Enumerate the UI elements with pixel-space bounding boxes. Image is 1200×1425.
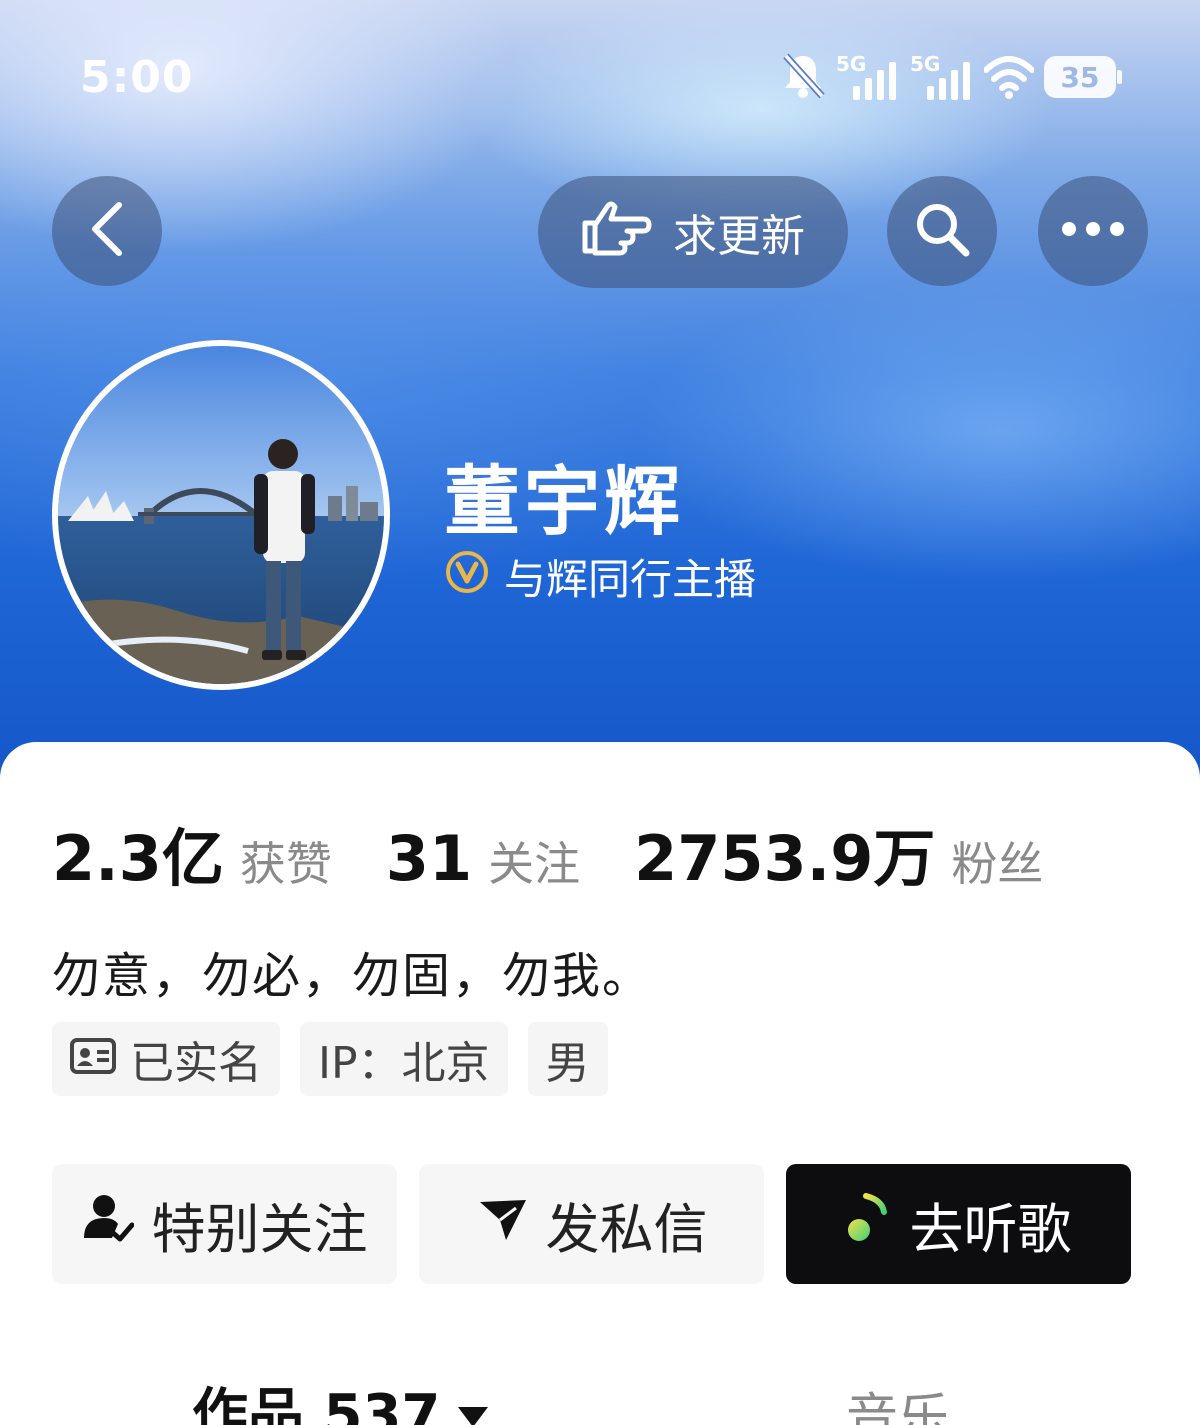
send-message-button[interactable]: 发私信: [419, 1164, 764, 1284]
listen-music-label: 去听歌: [909, 1197, 1072, 1261]
user-check-icon: [82, 1192, 134, 1257]
likes-label: 获赞: [239, 837, 332, 891]
signal-icon: 5G: [836, 52, 900, 104]
signal-icon: 5G: [910, 52, 974, 104]
more-icon: [1061, 221, 1125, 241]
request-update-button[interactable]: 求更新: [538, 176, 848, 288]
profile-tags: 已实名 IP：北京 男: [52, 1022, 608, 1096]
send-message-label: 发私信: [545, 1197, 708, 1261]
special-follow-button[interactable]: 特别关注: [52, 1164, 397, 1284]
battery-icon: 35: [1044, 56, 1122, 98]
verification-badge[interactable]: 与辉同行主播: [444, 546, 756, 607]
tag-verified-name: 已实名: [52, 1022, 280, 1096]
back-icon: [87, 199, 127, 263]
more-button[interactable]: [1038, 176, 1148, 286]
stats-row: 2.3亿 获赞 31 关注 2753.9万 粉丝: [52, 808, 1097, 898]
tab-works[interactable]: 作品 537: [192, 1370, 490, 1425]
verification-text: 与辉同行主播: [504, 555, 757, 604]
bio-text: 勿意，勿必，勿固，勿我。: [52, 948, 653, 1004]
special-follow-label: 特别关注: [151, 1197, 368, 1261]
likes-count: 2.3亿: [52, 822, 224, 895]
following-label[interactable]: 关注: [488, 828, 580, 894]
verified-v-icon: [444, 549, 490, 605]
followers-count[interactable]: 2753.9万: [634, 808, 935, 898]
listen-music-button[interactable]: 去听歌: [786, 1164, 1131, 1284]
pointing-hand-icon: [581, 197, 653, 268]
followers-label[interactable]: 粉丝: [951, 828, 1043, 894]
verified-name-label: 已实名: [130, 1038, 262, 1089]
wifi-icon: [983, 54, 1035, 104]
tag-gender: 男: [527, 1022, 608, 1096]
send-icon: [476, 1192, 528, 1257]
caret-down-icon: [456, 1378, 490, 1425]
search-button[interactable]: [887, 176, 997, 286]
status-icons: 5G 5G 35: [780, 48, 1122, 104]
following-count[interactable]: 31: [386, 822, 472, 895]
avatar[interactable]: [52, 340, 390, 690]
id-card-icon: [70, 1034, 116, 1085]
bell-muted-icon: [780, 50, 826, 104]
tab-music[interactable]: 音乐: [846, 1376, 950, 1425]
action-buttons: 特别关注 发私信 去听歌: [52, 1164, 1131, 1284]
back-button[interactable]: [52, 176, 162, 286]
content-tabs: 作品 537 音乐: [0, 1370, 1200, 1425]
search-icon: [913, 200, 971, 262]
music-note-icon: [846, 1192, 892, 1257]
request-update-label: 求更新: [673, 211, 805, 262]
tab-works-label: 作品 537: [192, 1383, 441, 1425]
battery-level: 35: [1060, 60, 1100, 94]
profile-name: 董宇辉: [444, 457, 684, 546]
tag-ip-location: IP：北京: [300, 1022, 508, 1096]
status-time: 5:00: [80, 52, 194, 103]
